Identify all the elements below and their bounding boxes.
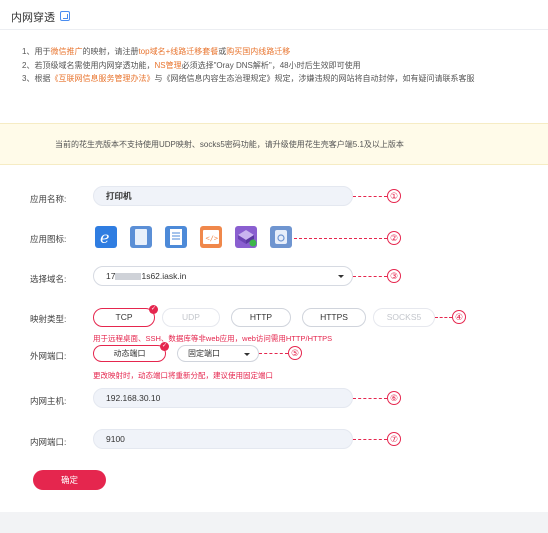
notice-line-2: 2、若顶级域名需使用内网穿透功能，NS管理必须选择"Oray DNS解析"，48…: [22, 59, 532, 73]
domain-suffix: 1s62.iask.in: [141, 271, 187, 281]
page-title: 内网穿透: [11, 12, 55, 24]
confirm-button[interactable]: 确定: [33, 470, 106, 490]
notice-link[interactable]: 微信推广: [50, 47, 82, 56]
notice-link[interactable]: NS管理: [154, 61, 181, 70]
port-dynamic-button[interactable]: 动态端口: [93, 342, 169, 362]
app-name-input[interactable]: 打印机: [93, 186, 353, 206]
svg-text:e: e: [100, 228, 109, 247]
notice-line-3: 3、根据《互联网信息服务管理办法》与《网络信息内容生态治理规定》规定，涉嫌违规的…: [22, 72, 532, 86]
type-socks5-button: SOCKS5: [373, 308, 435, 327]
chevron-down-icon: [244, 353, 250, 356]
chevron-down-icon: [338, 275, 344, 278]
inner-port-label: 内网端口:: [30, 437, 67, 447]
marker-line: [294, 238, 387, 239]
marker-line: [353, 196, 387, 197]
notice-link[interactable]: 《互联网信息服务管理办法》: [50, 74, 154, 83]
page: 内网穿透 1、用于微信推广的映射，请注册top域名+线路迁移套餐或购买国内线路迁…: [0, 0, 548, 512]
notice-link[interactable]: top域名+线路迁移套餐: [138, 47, 218, 56]
app-icon-label: 应用图标:: [30, 234, 67, 244]
marker-6: ⑥: [387, 391, 401, 405]
code-icon[interactable]: </>: [200, 226, 222, 248]
marker-1: ①: [387, 189, 401, 203]
host-label: 内网主机:: [30, 396, 67, 406]
type-udp-button: UDP: [162, 308, 220, 327]
marker-4: ④: [452, 310, 466, 324]
notice-line-1: 1、用于微信推广的映射，请注册top域名+线路迁移套餐或购买国内线路迁移: [22, 45, 532, 59]
type-hint: 用于远程桌面、SSH、数据库等非web应用，web访问需用HTTP/HTTPS: [93, 334, 333, 343]
marker-line: [435, 317, 452, 318]
marker-line: [259, 353, 288, 354]
notice-list: 1、用于微信推广的映射，请注册top域名+线路迁移套餐或购买国内线路迁移 2、若…: [22, 45, 532, 86]
app-name-label: 应用名称:: [30, 194, 67, 204]
tablet-icon[interactable]: [130, 226, 152, 248]
type-https-button[interactable]: HTTPS: [302, 308, 366, 327]
marker-7: ⑦: [387, 432, 401, 446]
document-icon[interactable]: [165, 226, 187, 248]
port-fixed-select[interactable]: 固定端口: [177, 345, 259, 362]
marker-line: [353, 439, 387, 440]
domain-prefix: 17: [106, 271, 116, 281]
notice-link[interactable]: 购买国内线路迁移: [226, 47, 290, 56]
ie-icon[interactable]: e: [95, 226, 117, 248]
marker-line: [353, 398, 387, 399]
port-label: 外网端口:: [30, 351, 67, 361]
notice-text: 2、若顶级域名需使用内网穿透功能，: [22, 60, 155, 70]
type-tcp-button[interactable]: TCP: [93, 305, 158, 327]
svg-text:</>: </>: [206, 235, 219, 243]
domain-label: 选择域名:: [30, 274, 67, 284]
server-icon[interactable]: [235, 226, 257, 248]
header: 内网穿透: [0, 0, 548, 30]
notice-text: 3、根据: [22, 74, 51, 83]
host-input[interactable]: 192.168.30.10: [93, 388, 353, 408]
marker-5: ⑤: [288, 346, 302, 360]
marker-3: ③: [387, 269, 401, 283]
disk-icon[interactable]: [270, 226, 292, 248]
marker-2: ②: [387, 231, 401, 245]
inner-port-input[interactable]: 9100: [93, 429, 353, 449]
type-http-button[interactable]: HTTP: [231, 308, 291, 327]
notice-text: 与《网络信息内容生态治理规定》规定，涉嫌违规的网站将自动封停，如有疑问请联系客服: [154, 74, 475, 83]
domain-select[interactable]: 17 1s62.iask.in: [93, 266, 353, 286]
warning-banner: 当前的花生壳版本不支持使用UDP映射、socks5密码功能，请升级使用花生壳客户…: [0, 123, 548, 165]
notice-text: 的映射，请注册: [82, 47, 139, 56]
redacted-block: [115, 273, 142, 280]
port-fixed-label: 固定端口: [188, 349, 220, 358]
notice-text: 1、用于: [22, 47, 51, 56]
marker-line: [353, 276, 387, 277]
external-link-icon[interactable]: [60, 11, 70, 21]
notice-text: 必须选择"Oray DNS解析"，48小时后生效即可使用: [181, 60, 361, 70]
type-label: 映射类型:: [30, 314, 67, 324]
port-hint: 更改映射时，动态端口将重新分配，建议使用固定端口: [93, 371, 273, 380]
warning-text: 当前的花生壳版本不支持使用UDP映射、socks5密码功能，请升级使用花生壳客户…: [55, 140, 404, 149]
